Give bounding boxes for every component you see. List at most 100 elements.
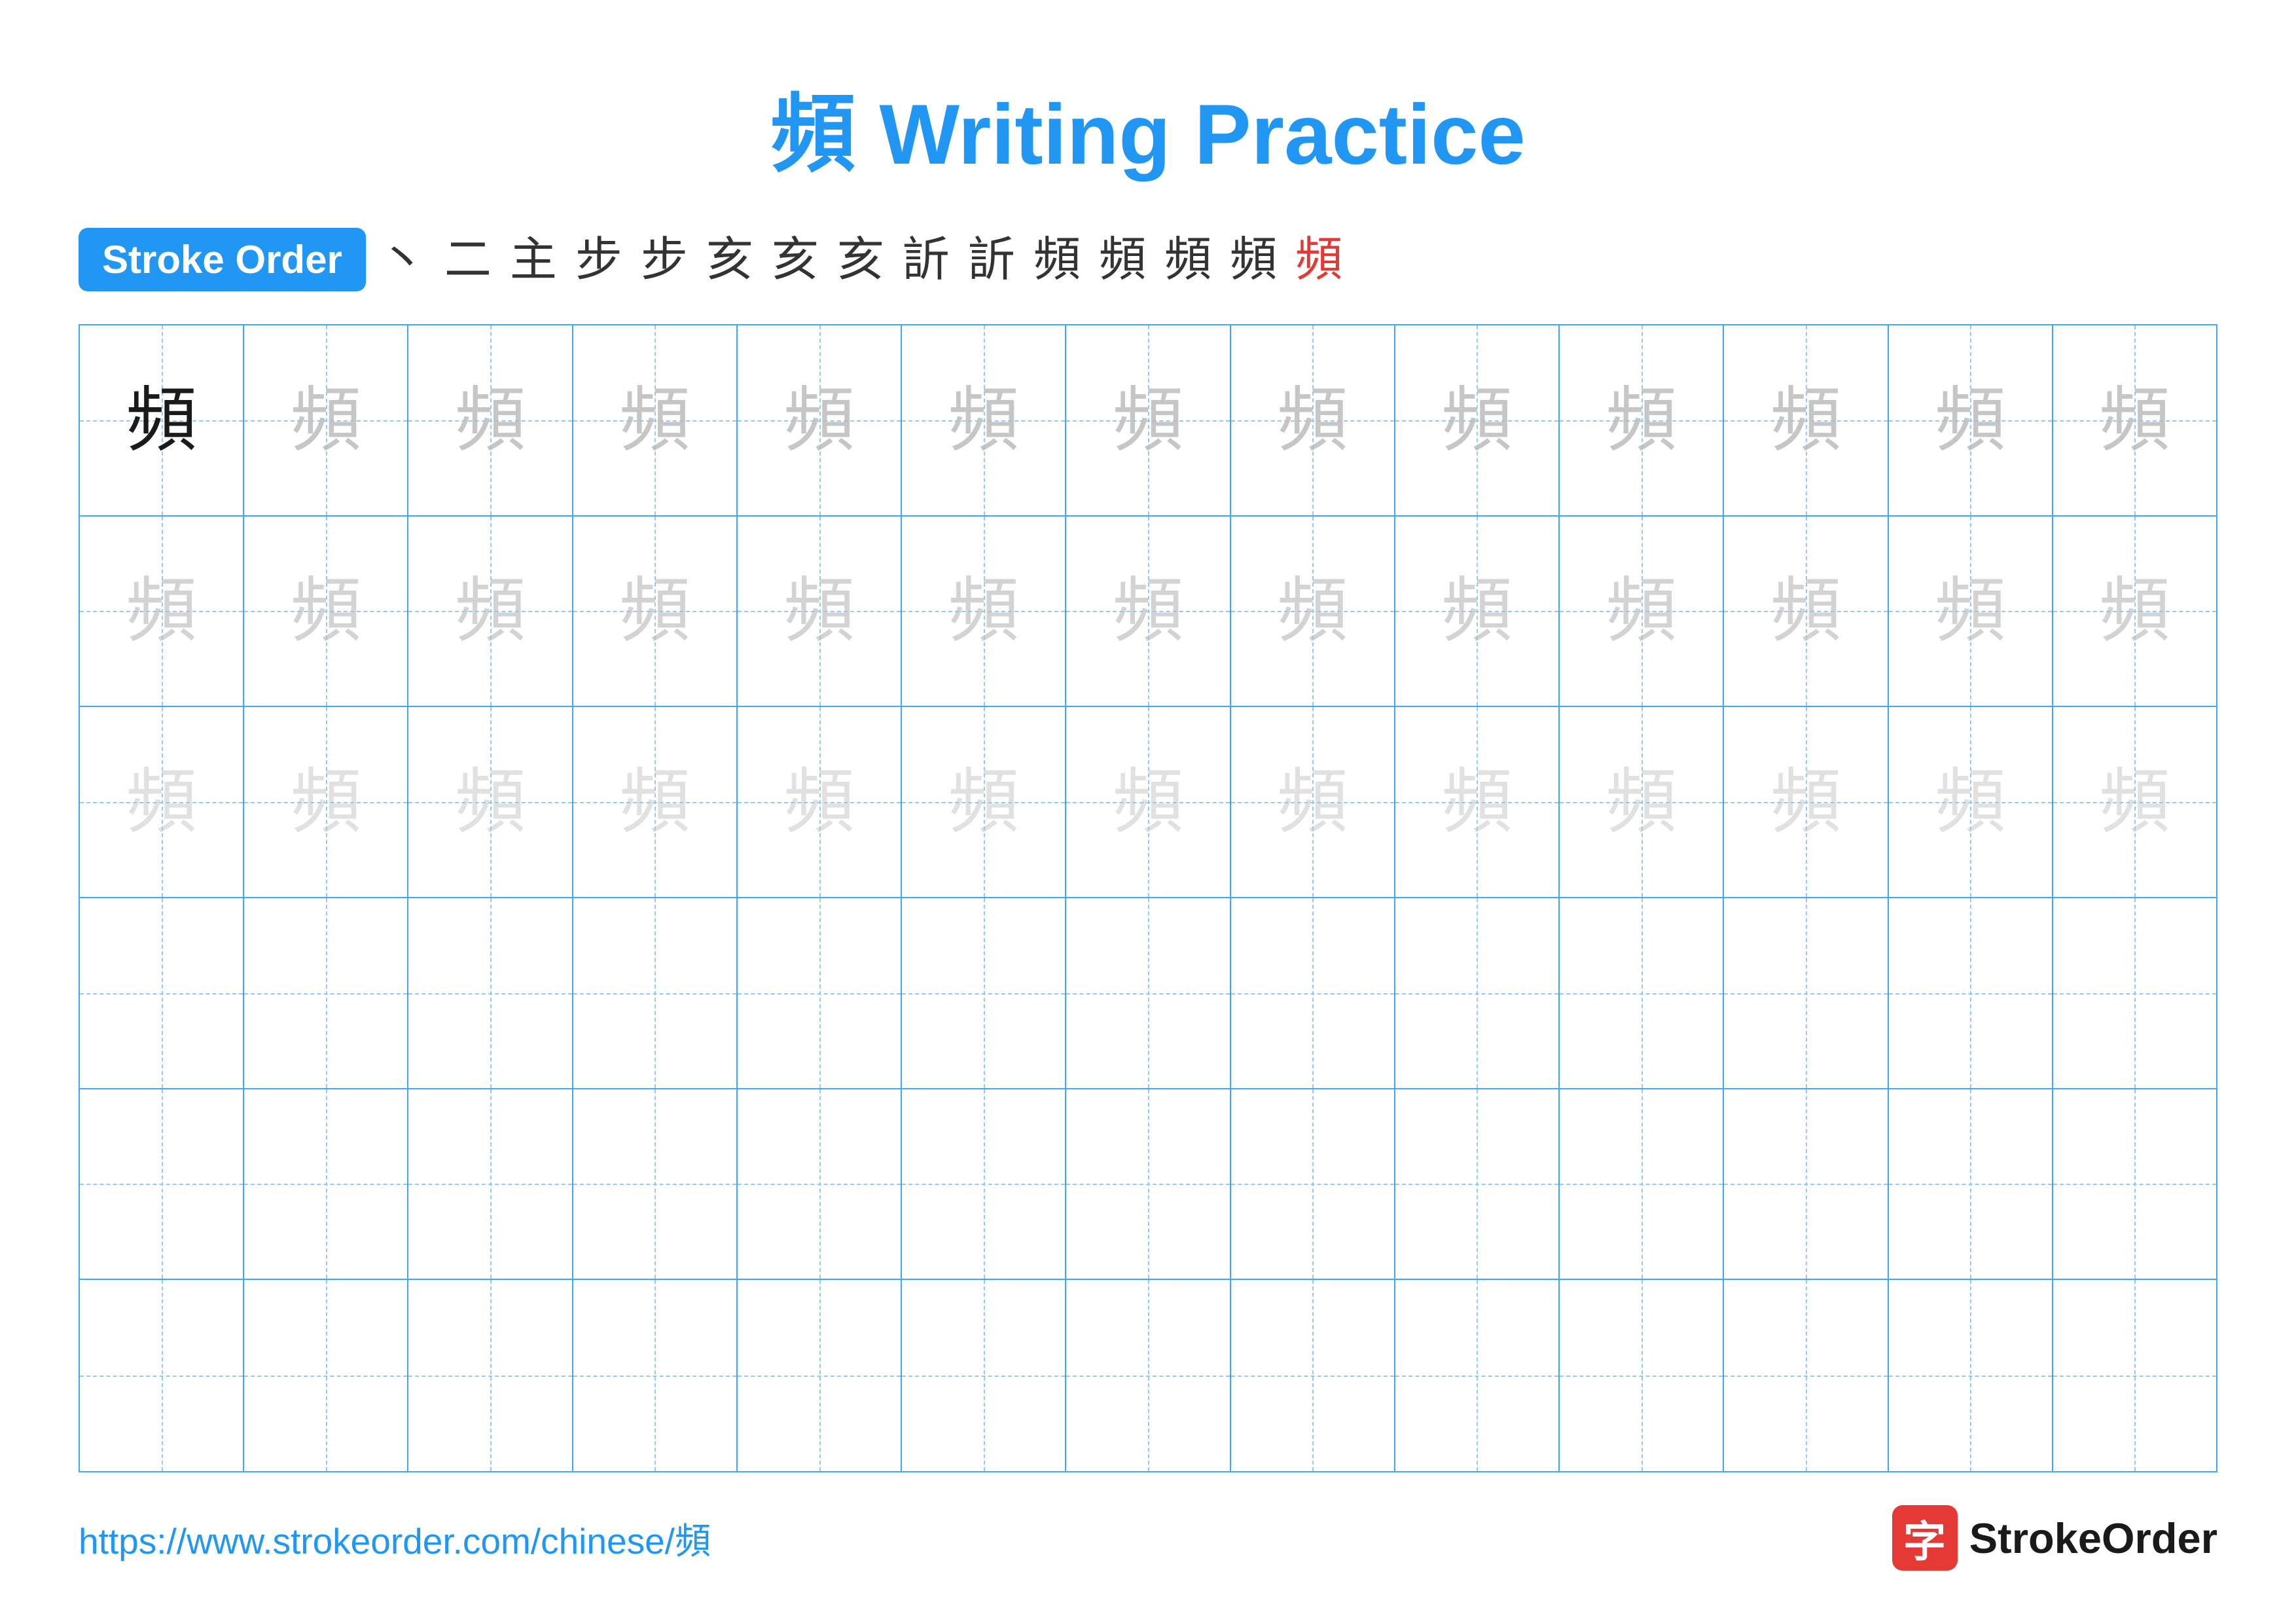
char-light: 頻: [1770, 385, 1841, 456]
grid-cell-5-2[interactable]: [244, 1089, 408, 1279]
grid-cell-3-12[interactable]: 頻: [1889, 707, 2053, 897]
grid-cell-3-3[interactable]: 頻: [408, 707, 573, 897]
grid-cell-1-10[interactable]: 頻: [1560, 325, 1724, 515]
grid-cell-5-6[interactable]: [902, 1089, 1066, 1279]
grid-cell-3-9[interactable]: 頻: [1395, 707, 1560, 897]
grid-cell-3-7[interactable]: 頻: [1066, 707, 1230, 897]
grid-cell-2-4[interactable]: 頻: [573, 517, 738, 706]
grid-cell-1-12[interactable]: 頻: [1889, 325, 2053, 515]
grid-cell-1-13[interactable]: 頻: [2053, 325, 2216, 515]
grid-cell-2-10[interactable]: 頻: [1560, 517, 1724, 706]
grid-cell-3-6[interactable]: 頻: [902, 707, 1066, 897]
grid-cell-2-5[interactable]: 頻: [738, 517, 902, 706]
char-light: 頻: [619, 385, 690, 456]
grid-cell-5-8[interactable]: [1231, 1089, 1395, 1279]
grid-cell-6-2[interactable]: [244, 1280, 408, 1471]
grid-cell-6-11[interactable]: [1724, 1280, 1888, 1471]
grid-cell-4-8[interactable]: [1231, 898, 1395, 1088]
strokeorder-logo-text: StrokeOrder: [1969, 1514, 2217, 1563]
grid-cell-4-7[interactable]: [1066, 898, 1230, 1088]
grid-cell-4-3[interactable]: [408, 898, 573, 1088]
grid-cell-6-3[interactable]: [408, 1280, 573, 1471]
grid-cell-3-4[interactable]: 頻: [573, 707, 738, 897]
grid-cell-4-12[interactable]: [1889, 898, 2053, 1088]
grid-cell-3-11[interactable]: 頻: [1724, 707, 1888, 897]
grid-cell-5-3[interactable]: [408, 1089, 573, 1279]
grid-cell-6-1[interactable]: [80, 1280, 244, 1471]
grid-row-4: [80, 898, 2216, 1089]
grid-cell-3-1[interactable]: 頻: [80, 707, 244, 897]
grid-cell-5-4[interactable]: [573, 1089, 738, 1279]
grid-cell-4-2[interactable]: [244, 898, 408, 1088]
strokeorder-logo-icon: 字: [1892, 1505, 1958, 1571]
stroke-step-2: 二: [444, 236, 492, 283]
grid-cell-4-6[interactable]: [902, 898, 1066, 1088]
char-light: 頻: [1770, 575, 1841, 646]
grid-cell-5-10[interactable]: [1560, 1089, 1724, 1279]
grid-cell-2-6[interactable]: 頻: [902, 517, 1066, 706]
grid-cell-5-7[interactable]: [1066, 1089, 1230, 1279]
grid-cell-5-1[interactable]: [80, 1089, 244, 1279]
stroke-step-5: 步: [641, 236, 688, 283]
grid-cell-6-9[interactable]: [1395, 1280, 1560, 1471]
stroke-step-8: 亥: [837, 236, 884, 283]
grid-cell-1-11[interactable]: 頻: [1724, 325, 1888, 515]
grid-cell-4-5[interactable]: [738, 898, 902, 1088]
grid-cell-5-11[interactable]: [1724, 1089, 1888, 1279]
grid-cell-3-8[interactable]: 頻: [1231, 707, 1395, 897]
grid-cell-4-9[interactable]: [1395, 898, 1560, 1088]
grid-cell-5-5[interactable]: [738, 1089, 902, 1279]
grid-cell-1-4[interactable]: 頻: [573, 325, 738, 515]
grid-cell-1-1[interactable]: 頻: [80, 325, 244, 515]
char-dark: 頻: [126, 385, 197, 456]
grid-row-5: [80, 1089, 2216, 1281]
grid-cell-2-12[interactable]: 頻: [1889, 517, 2053, 706]
grid-cell-1-2[interactable]: 頻: [244, 325, 408, 515]
grid-cell-2-13[interactable]: 頻: [2053, 517, 2216, 706]
grid-cell-2-2[interactable]: 頻: [244, 517, 408, 706]
grid-cell-3-10[interactable]: 頻: [1560, 707, 1724, 897]
grid-cell-4-11[interactable]: [1724, 898, 1888, 1088]
grid-cell-1-6[interactable]: 頻: [902, 325, 1066, 515]
grid-cell-6-4[interactable]: [573, 1280, 738, 1471]
grid-cell-2-11[interactable]: 頻: [1724, 517, 1888, 706]
grid-cell-5-12[interactable]: [1889, 1089, 2053, 1279]
grid-cell-2-9[interactable]: 頻: [1395, 517, 1560, 706]
grid-cell-1-7[interactable]: 頻: [1066, 325, 1230, 515]
grid-cell-1-3[interactable]: 頻: [408, 325, 573, 515]
stroke-step-7: 亥: [772, 236, 819, 283]
grid-cell-3-5[interactable]: 頻: [738, 707, 902, 897]
grid-cell-4-4[interactable]: [573, 898, 738, 1088]
grid-cell-5-9[interactable]: [1395, 1089, 1560, 1279]
char-light: 頻: [126, 575, 197, 646]
char-light: 頻: [126, 767, 197, 837]
grid-cell-6-10[interactable]: [1560, 1280, 1724, 1471]
grid-cell-4-10[interactable]: [1560, 898, 1724, 1088]
grid-cell-3-2[interactable]: 頻: [244, 707, 408, 897]
grid-cell-5-13[interactable]: [2053, 1089, 2216, 1279]
grid-cell-4-1[interactable]: [80, 898, 244, 1088]
grid-cell-2-8[interactable]: 頻: [1231, 517, 1395, 706]
stroke-step-1: 丶: [379, 236, 426, 283]
char-light: 頻: [291, 385, 361, 456]
grid-cell-6-8[interactable]: [1231, 1280, 1395, 1471]
grid-cell-6-5[interactable]: [738, 1280, 902, 1471]
stroke-step-4: 步: [575, 236, 622, 283]
grid-cell-6-6[interactable]: [902, 1280, 1066, 1471]
grid-cell-6-13[interactable]: [2053, 1280, 2216, 1471]
grid-cell-2-1[interactable]: 頻: [80, 517, 244, 706]
grid-cell-1-5[interactable]: 頻: [738, 325, 902, 515]
grid-cell-6-12[interactable]: [1889, 1280, 2053, 1471]
grid-cell-2-7[interactable]: 頻: [1066, 517, 1230, 706]
grid-cell-6-7[interactable]: [1066, 1280, 1230, 1471]
grid-cell-2-3[interactable]: 頻: [408, 517, 573, 706]
footer-url[interactable]: https://www.strokeorder.com/chinese/頻: [79, 1512, 711, 1564]
page: 頻 Writing Practice Stroke Order 丶 二 主 步 …: [0, 0, 2296, 1623]
grid-cell-4-13[interactable]: [2053, 898, 2216, 1088]
char-light: 頻: [1113, 767, 1183, 837]
practice-grid-wrapper: 頻 頻 頻 頻 頻 頻 頻 頻 頻 頻 頻 頻 頻 頻 頻 頻 頻 頻: [79, 324, 2217, 1472]
char-light: 頻: [1441, 767, 1512, 837]
grid-cell-1-9[interactable]: 頻: [1395, 325, 1560, 515]
grid-cell-3-13[interactable]: 頻: [2053, 707, 2216, 897]
grid-cell-1-8[interactable]: 頻: [1231, 325, 1395, 515]
